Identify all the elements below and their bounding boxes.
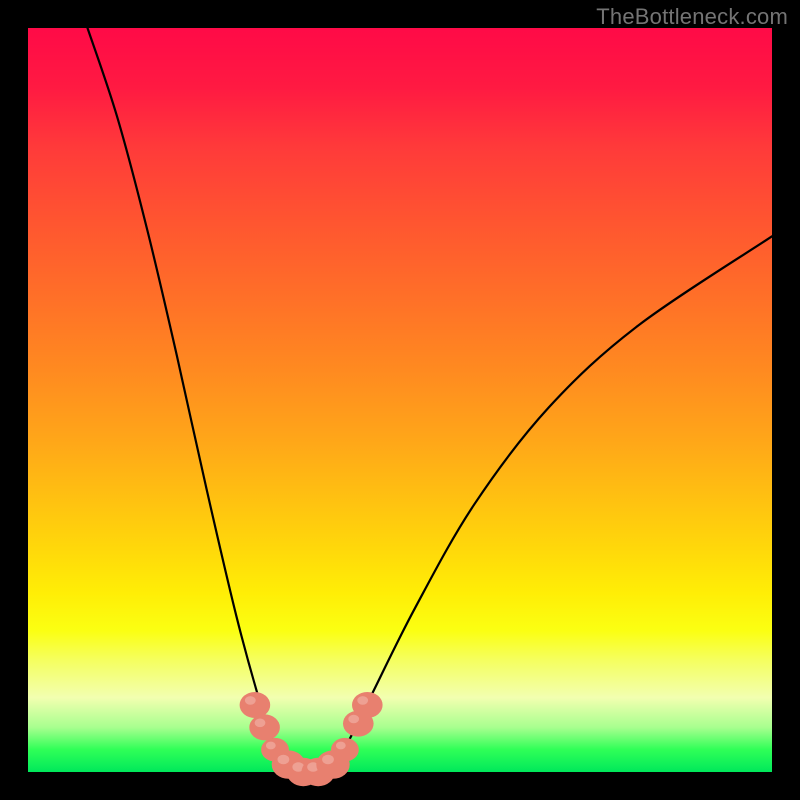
curve-marker-highlight (336, 742, 346, 750)
watermark-text: TheBottleneck.com (596, 4, 788, 30)
curve-marker-highlight (322, 755, 334, 764)
curve-marker (331, 738, 359, 762)
curve-marker (240, 692, 271, 718)
curve-marker-highlight (357, 696, 368, 705)
bottleneck-curve (88, 28, 773, 772)
plot-area (28, 28, 772, 772)
curve-marker-highlight (266, 742, 276, 750)
chart-frame: TheBottleneck.com (0, 0, 800, 800)
curve-markers (240, 692, 383, 786)
curve-layer (28, 28, 772, 772)
curve-marker-highlight (348, 715, 359, 724)
curve-marker (352, 692, 383, 718)
curve-marker-highlight (245, 696, 256, 705)
curve-marker (249, 714, 280, 740)
curve-marker-highlight (255, 719, 266, 728)
curve-marker-highlight (278, 755, 290, 764)
